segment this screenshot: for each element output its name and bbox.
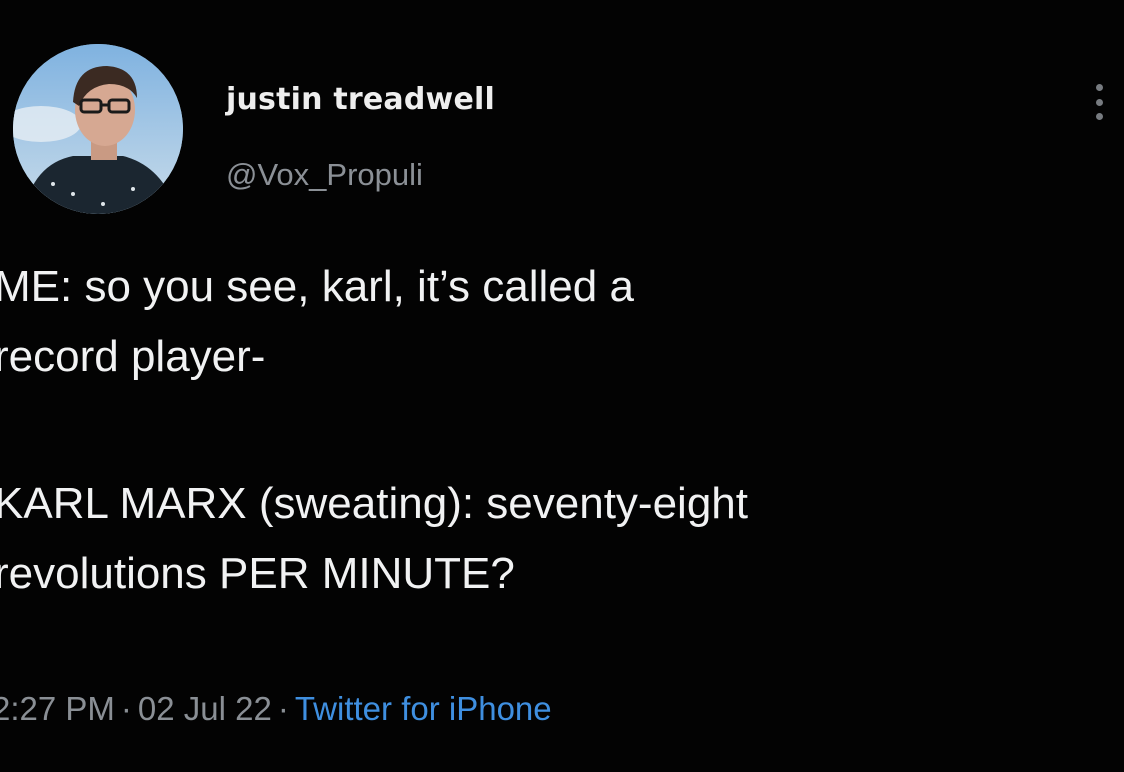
author-handle[interactable]: @Vox_Propuli: [226, 157, 423, 193]
tweet-text-line: KARL MARX (sweating): seventy-eight: [0, 479, 748, 528]
dot: [1095, 113, 1103, 120]
tweet-text-line: revolutions PER MINUTE?: [0, 549, 515, 598]
tweet-text-line: record player-: [0, 332, 266, 381]
tweet-text-line: ME: so you see, karl, it’s called a: [0, 262, 634, 311]
meta-separator: ·: [120, 690, 132, 727]
tweet-card: justin treadwell @Vox_Propuli ME: so you…: [0, 0, 1124, 772]
tweet-time[interactable]: 2:27 PM: [0, 690, 115, 727]
tweet-date[interactable]: 02 Jul 22: [138, 690, 272, 727]
tweet-meta: 2:27 PM · 02 Jul 22 · Twitter for iPhone: [0, 690, 552, 728]
more-options-icon[interactable]: [1084, 78, 1114, 126]
avatar[interactable]: [13, 44, 183, 214]
dot: [1095, 98, 1103, 106]
profile-photo: [13, 44, 183, 214]
dot: [1095, 84, 1103, 91]
tweet-text: ME: so you see, karl, it’s called a reco…: [0, 252, 1124, 609]
meta-separator: ·: [277, 690, 289, 727]
tweet-source-link[interactable]: Twitter for iPhone: [295, 690, 552, 727]
author-display-name[interactable]: justin treadwell: [226, 82, 495, 117]
